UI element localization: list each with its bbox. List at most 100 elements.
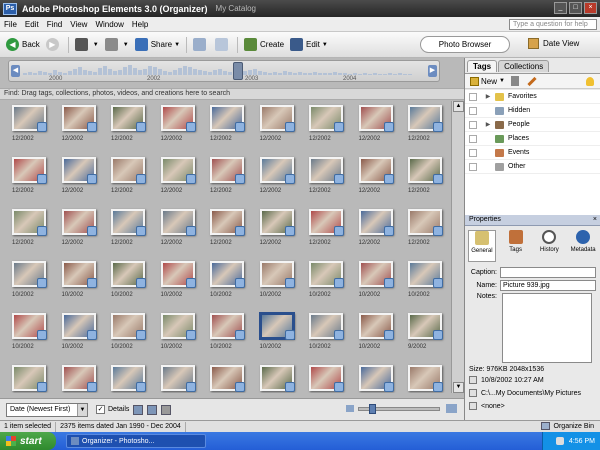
photo-thumbnail-cell[interactable]: 10/2002 xyxy=(307,309,351,359)
photo-thumbnail-cell[interactable] xyxy=(258,361,302,393)
photo-thumbnail-cell[interactable]: 12/2002 xyxy=(357,153,401,203)
photo-thumbnail-cell[interactable]: 12/2002 xyxy=(109,153,153,203)
tab-collections[interactable]: Collections xyxy=(498,60,550,72)
sort-order-select[interactable]: Date (Newest First) ▼ xyxy=(6,402,88,417)
tag-checkbox[interactable] xyxy=(469,162,477,171)
tag-row-people[interactable]: ▶ People xyxy=(465,118,600,132)
timeline[interactable]: ◀ ▶ 2000 2002 2003 2004 xyxy=(8,60,440,82)
photo-thumbnail-cell[interactable]: 12/2002 xyxy=(307,153,351,203)
grid-view-icon[interactable] xyxy=(133,404,144,415)
close-button[interactable]: × xyxy=(584,2,597,14)
photo-thumbnail-cell[interactable] xyxy=(159,361,203,393)
tab-general[interactable]: General xyxy=(467,230,496,262)
photo-thumbnail-cell[interactable]: 12/2002 xyxy=(10,101,54,151)
timeline-left-arrow-icon[interactable]: ◀ xyxy=(11,65,20,77)
photo-thumbnail-cell[interactable]: 10/2002 xyxy=(159,257,203,307)
lightbulb-icon[interactable] xyxy=(586,77,594,86)
photo-thumbnail-cell[interactable]: 10/2002 xyxy=(10,257,54,307)
back-button[interactable]: ◀ Back xyxy=(6,35,40,55)
rotate-right-button[interactable] xyxy=(215,35,231,55)
photo-thumbnail-cell[interactable]: 10/2002 xyxy=(307,257,351,307)
photo-thumbnail-cell[interactable]: 12/2002 xyxy=(10,205,54,255)
photo-thumbnail-cell[interactable]: 12/2002 xyxy=(307,205,351,255)
trash-icon[interactable] xyxy=(510,76,519,86)
close-icon[interactable]: × xyxy=(593,215,597,225)
photo-thumbnail-cell[interactable]: 12/2002 xyxy=(159,101,203,151)
photo-thumbnail-cell[interactable]: 10/2002 xyxy=(10,309,54,359)
menu-help[interactable]: Help xyxy=(128,20,152,29)
tab-tags[interactable]: Tags xyxy=(467,60,498,72)
photo-thumbnail-cell[interactable]: 10/2002 xyxy=(258,309,302,359)
calendar-icon[interactable] xyxy=(469,376,477,384)
photo-thumbnail-cell[interactable]: 12/2002 xyxy=(60,205,104,255)
share-button[interactable]: Share ▼ xyxy=(134,35,180,55)
caption-field[interactable] xyxy=(500,267,596,278)
photo-thumbnail-cell[interactable]: 12/2002 xyxy=(406,153,450,203)
tab-properties-tags[interactable]: Tags xyxy=(502,230,530,262)
photo-thumbnail-cell[interactable]: 12/2002 xyxy=(10,153,54,203)
timeline-right-arrow-icon[interactable]: ▶ xyxy=(428,65,437,77)
rotate-left-button[interactable] xyxy=(193,35,209,55)
details-checkbox[interactable]: ✓ xyxy=(96,405,105,414)
photo-thumbnail-cell[interactable]: 12/2002 xyxy=(357,205,401,255)
expand-arrow-icon[interactable]: ▶ xyxy=(484,121,492,128)
photo-thumbnail-cell[interactable] xyxy=(307,361,351,393)
menu-view[interactable]: View xyxy=(66,20,91,29)
photo-thumbnail-cell[interactable] xyxy=(10,361,54,393)
volume-icon[interactable] xyxy=(555,437,564,445)
name-field[interactable]: Picture 939.jpg xyxy=(500,280,596,291)
photo-thumbnail-cell[interactable]: 12/2002 xyxy=(208,205,252,255)
forward-button[interactable]: ▶ xyxy=(45,35,62,55)
audio-icon[interactable] xyxy=(469,402,477,410)
create-button[interactable]: Create xyxy=(244,35,284,55)
maximize-button[interactable]: □ xyxy=(569,2,582,14)
tag-checkbox[interactable] xyxy=(469,106,477,115)
scroll-up-icon[interactable]: ▲ xyxy=(453,101,464,112)
expand-arrow-icon[interactable]: ▶ xyxy=(484,93,492,100)
photo-browser-button[interactable]: Photo Browser xyxy=(420,36,510,53)
photo-thumbnail-cell[interactable]: 10/2002 xyxy=(60,309,104,359)
tag-checkbox[interactable] xyxy=(469,134,477,143)
photo-thumbnail-cell[interactable]: 10/2002 xyxy=(159,309,203,359)
start-button[interactable]: start xyxy=(0,432,56,450)
tag-checkbox[interactable] xyxy=(469,120,477,129)
photo-thumbnail-cell[interactable]: 10/2002 xyxy=(258,257,302,307)
timeline-marker[interactable] xyxy=(233,62,243,80)
photo-thumbnail-cell[interactable]: 12/2002 xyxy=(159,205,203,255)
single-view-icon[interactable] xyxy=(147,404,158,415)
photo-thumbnail-cell[interactable]: 12/2002 xyxy=(60,153,104,203)
photo-thumbnail-cell[interactable]: 12/2002 xyxy=(159,153,203,203)
photo-thumbnail-cell[interactable]: 12/2002 xyxy=(109,101,153,151)
tag-row-places[interactable]: Places xyxy=(465,132,600,146)
photo-thumbnail-cell[interactable]: 10/2002 xyxy=(60,257,104,307)
photo-thumbnail-cell[interactable]: 12/2002 xyxy=(109,205,153,255)
tag-checkbox[interactable] xyxy=(469,148,477,157)
photo-thumbnail-cell[interactable]: 10/2002 xyxy=(406,257,450,307)
tag-row-favorites[interactable]: ▶ Favorites xyxy=(465,90,600,104)
photo-thumbnail-cell[interactable] xyxy=(60,361,104,393)
photo-thumbnail-cell[interactable]: 10/2002 xyxy=(208,257,252,307)
vertical-scrollbar[interactable]: ▲ ▼ xyxy=(451,101,464,393)
photo-thumbnail-cell[interactable]: 12/2002 xyxy=(208,153,252,203)
photo-thumbnail-cell[interactable]: 12/2002 xyxy=(258,205,302,255)
tag-checkbox[interactable] xyxy=(469,92,477,101)
photo-thumbnail-cell[interactable]: 12/2002 xyxy=(357,101,401,151)
photo-thumbnail-cell[interactable]: 10/2002 xyxy=(357,309,401,359)
photo-thumbnail-cell[interactable]: 12/2002 xyxy=(258,101,302,151)
photo-thumbnail-cell[interactable]: 10/2002 xyxy=(357,257,401,307)
new-tag-button[interactable]: New ▼ xyxy=(470,76,505,86)
tag-row-hidden[interactable]: Hidden xyxy=(465,104,600,118)
scroll-down-icon[interactable]: ▼ xyxy=(453,382,464,393)
photo-thumbnail-cell[interactable]: 10/2002 xyxy=(109,309,153,359)
find-bar[interactable]: Find: Drag tags, collections, photos, vi… xyxy=(0,88,464,100)
menu-window[interactable]: Window xyxy=(91,20,127,29)
menu-file[interactable]: File xyxy=(0,20,21,29)
organize-bin-button[interactable]: Organize Bin xyxy=(540,422,594,430)
slider-handle[interactable] xyxy=(369,404,376,414)
menu-edit[interactable]: Edit xyxy=(21,20,43,29)
help-search-input[interactable]: Type a question for help xyxy=(509,19,597,30)
photo-thumbnail-cell[interactable]: 12/2002 xyxy=(258,153,302,203)
date-view-button[interactable]: Date View xyxy=(528,38,579,49)
small-thumbnail-icon[interactable] xyxy=(346,405,354,412)
photo-thumbnail-cell[interactable] xyxy=(208,361,252,393)
